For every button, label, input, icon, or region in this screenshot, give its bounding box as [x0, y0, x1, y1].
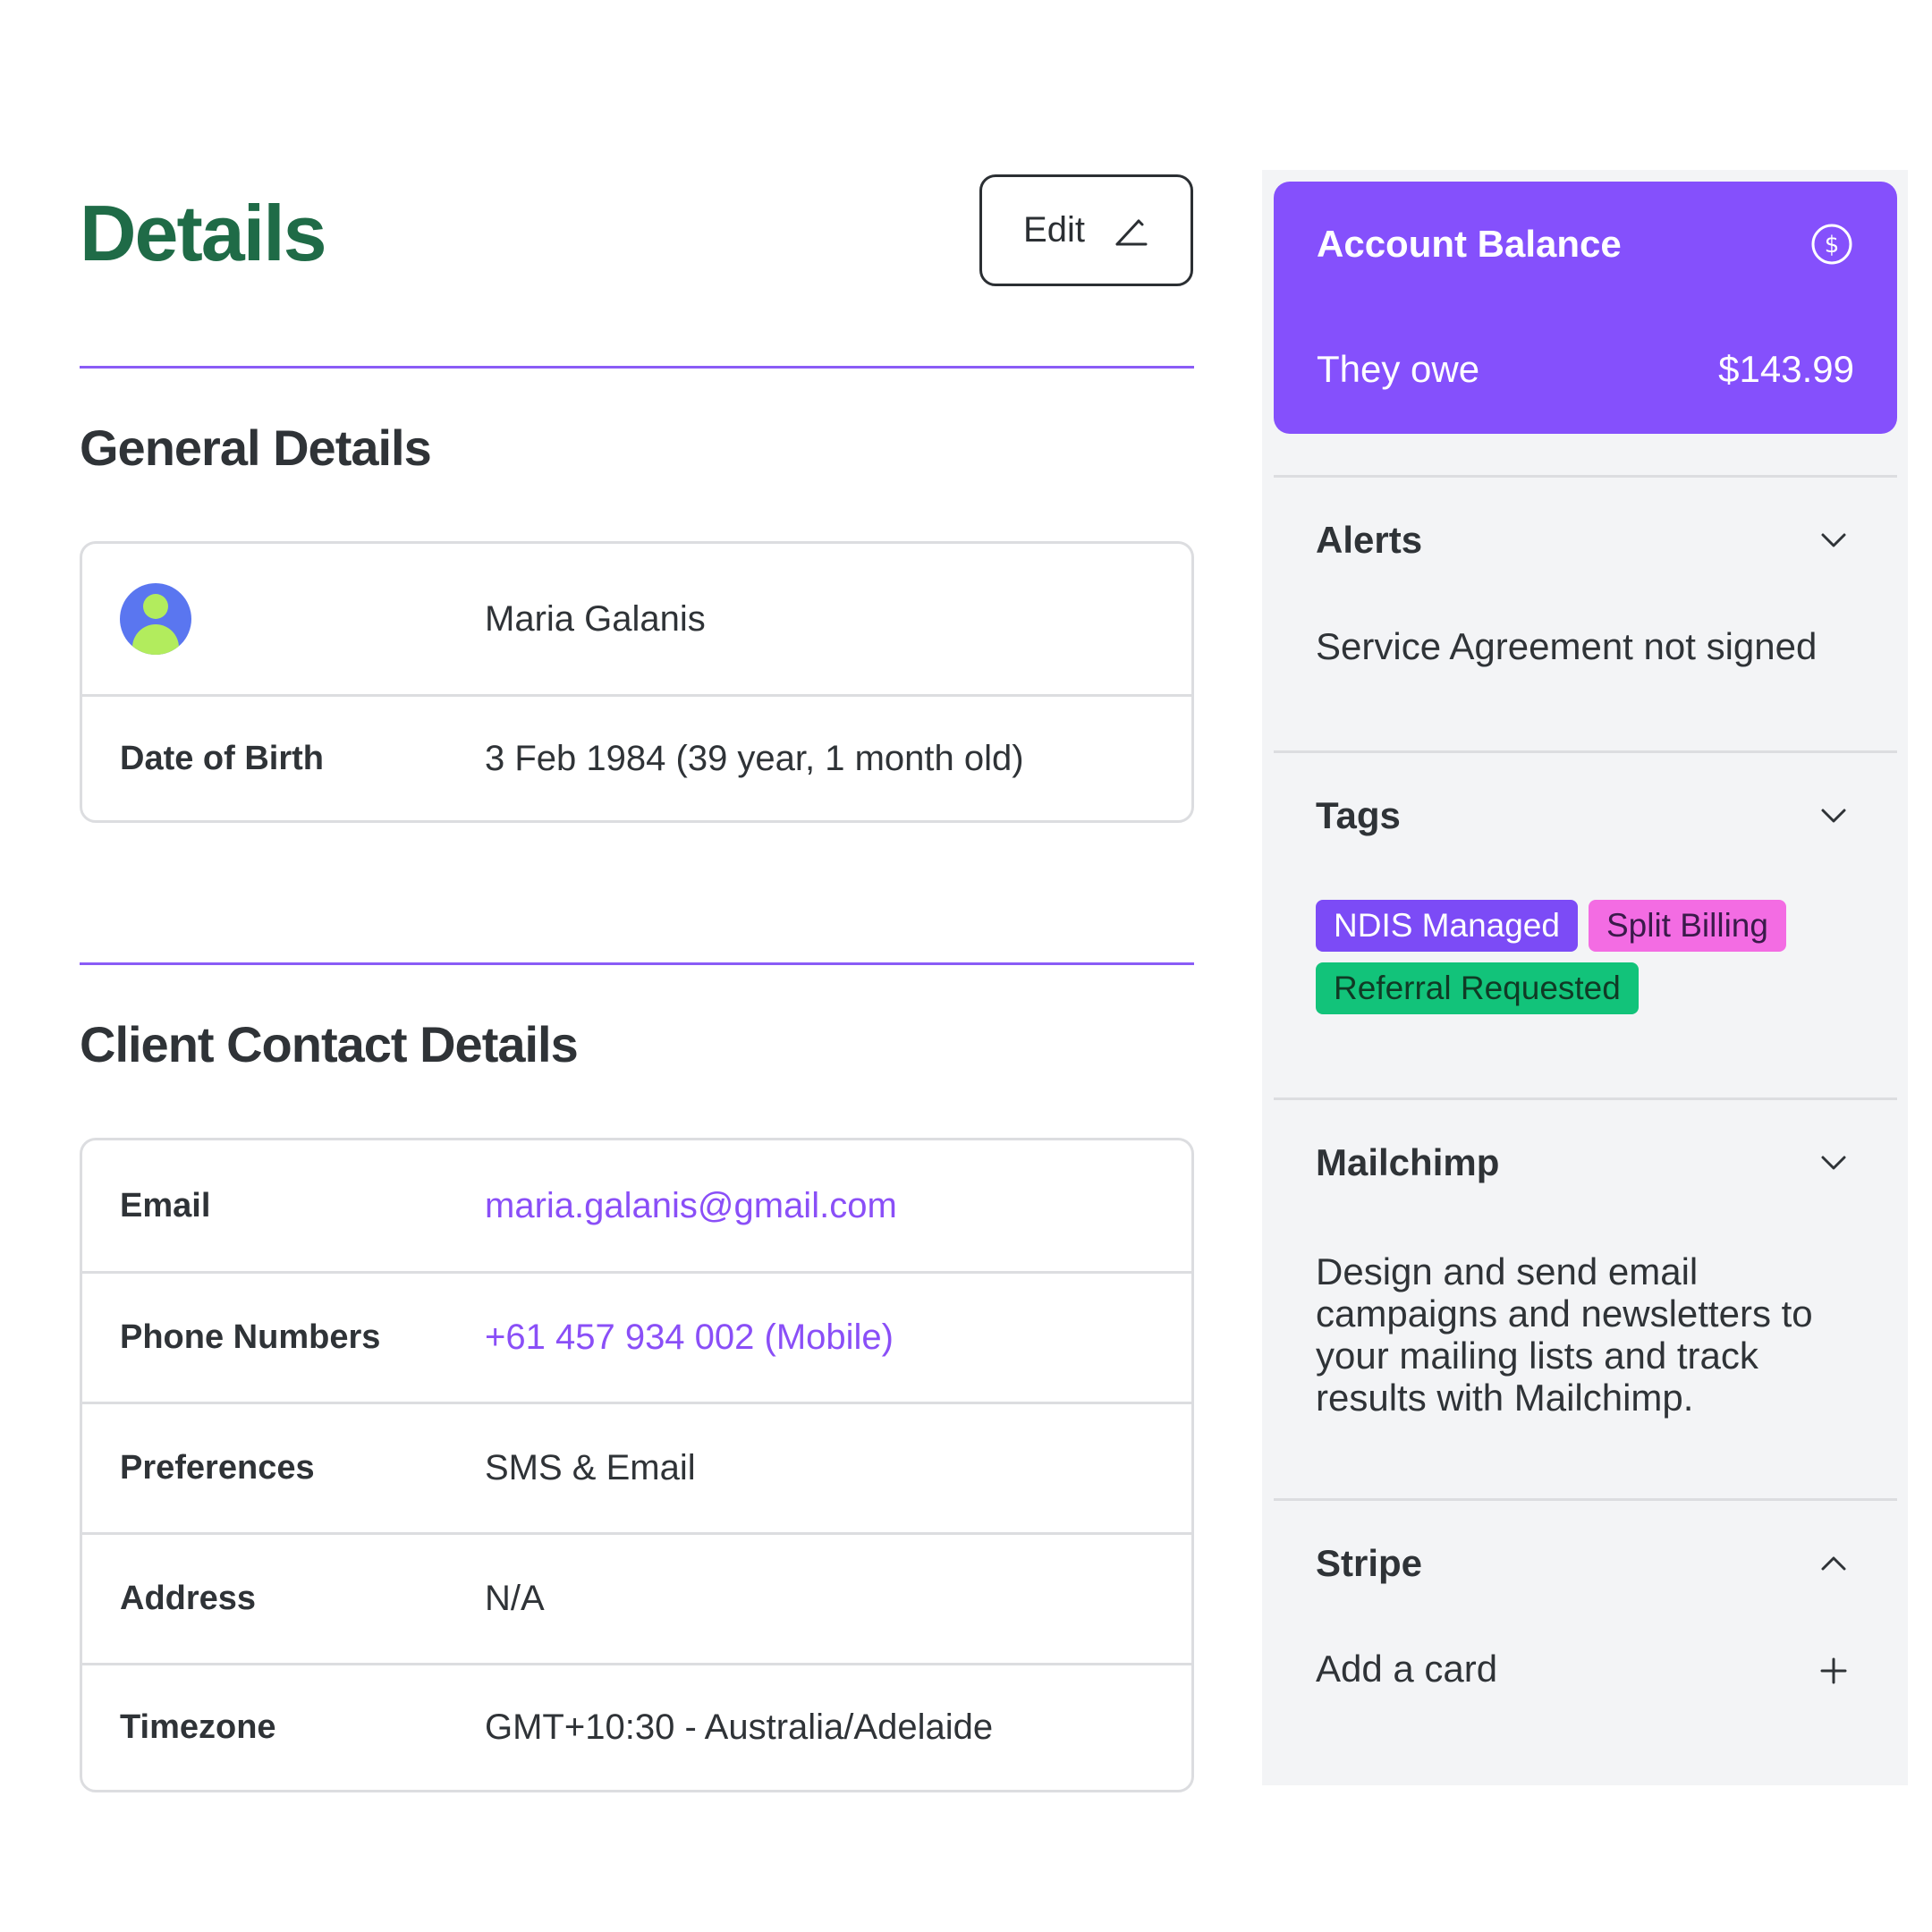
sidebar-divider	[1274, 750, 1897, 753]
account-balance-title: Account Balance	[1317, 223, 1622, 265]
add-card-label[interactable]: Add a card	[1316, 1648, 1497, 1690]
contact-details-card: Email maria.galanis@gmail.com Phone Numb…	[80, 1138, 1194, 1792]
dob-row: Date of Birth 3 Feb 1984 (39 year, 1 mon…	[82, 694, 1191, 820]
mailchimp-title[interactable]: Mailchimp	[1316, 1141, 1499, 1184]
sidebar-divider	[1274, 1498, 1897, 1501]
edit-button-label: Edit	[1023, 210, 1085, 250]
chevron-down-icon[interactable]	[1816, 1145, 1852, 1181]
preferences-label: Preferences	[120, 1449, 315, 1487]
dob-label: Date of Birth	[120, 739, 324, 777]
timezone-row: Timezone GMT+10:30 - Australia/Adelaide	[82, 1663, 1191, 1790]
chevron-up-icon[interactable]	[1816, 1546, 1852, 1581]
phone-link[interactable]: +61 457 934 002 (Mobile)	[485, 1318, 894, 1358]
tag-list: NDIS Managed Split Billing Referral Requ…	[1316, 900, 1817, 1014]
avatar	[120, 583, 191, 655]
tag-referral-requested[interactable]: Referral Requested	[1316, 962, 1639, 1014]
alerts-title[interactable]: Alerts	[1316, 519, 1422, 562]
section-divider	[80, 366, 1194, 369]
email-link[interactable]: maria.galanis@gmail.com	[485, 1186, 897, 1226]
timezone-label: Timezone	[120, 1708, 276, 1746]
phone-row: Phone Numbers +61 457 934 002 (Mobile)	[82, 1271, 1191, 1402]
general-details-title: General Details	[80, 419, 432, 476]
page-title: Details	[80, 189, 327, 277]
timezone-value: GMT+10:30 - Australia/Adelaide	[485, 1707, 994, 1747]
dob-value: 3 Feb 1984 (39 year, 1 month old)	[485, 738, 1024, 778]
chevron-down-icon[interactable]	[1816, 522, 1852, 558]
address-label: Address	[120, 1580, 257, 1617]
phone-label: Phone Numbers	[120, 1318, 381, 1356]
pencil-icon	[1115, 219, 1148, 245]
chevron-down-icon[interactable]	[1816, 798, 1852, 834]
preferences-value: SMS & Email	[485, 1448, 696, 1487]
contact-details-title: Client Contact Details	[80, 1016, 579, 1072]
client-name: Maria Galanis	[485, 598, 706, 639]
account-balance-card: Account Balance $ They owe $143.99	[1274, 182, 1897, 434]
sidebar-divider	[1274, 475, 1897, 478]
tags-title[interactable]: Tags	[1316, 794, 1401, 837]
balance-label: They owe	[1317, 348, 1480, 390]
preferences-row: Preferences SMS & Email	[82, 1402, 1191, 1532]
balance-amount: $143.99	[1718, 348, 1854, 390]
alert-text: Service Agreement not signed	[1316, 625, 1818, 667]
edit-button[interactable]: Edit	[979, 174, 1193, 286]
general-details-card: Maria Galanis Date of Birth 3 Feb 1984 (…	[80, 541, 1194, 823]
plus-icon[interactable]	[1816, 1653, 1852, 1689]
stripe-title[interactable]: Stripe	[1316, 1542, 1422, 1585]
svg-text:$: $	[1825, 232, 1840, 258]
sidebar-divider	[1274, 1097, 1897, 1100]
tag-split-billing[interactable]: Split Billing	[1588, 900, 1786, 952]
tag-ndis-managed[interactable]: NDIS Managed	[1316, 900, 1578, 952]
name-row: Maria Galanis	[82, 544, 1191, 694]
email-label: Email	[120, 1186, 211, 1224]
address-row: Address N/A	[82, 1532, 1191, 1663]
address-value: N/A	[485, 1579, 545, 1618]
mailchimp-description: Design and send email campaigns and news…	[1316, 1250, 1813, 1419]
email-row: Email maria.galanis@gmail.com	[82, 1140, 1191, 1271]
dollar-circle-icon: $	[1811, 224, 1852, 265]
section-divider	[80, 962, 1194, 965]
